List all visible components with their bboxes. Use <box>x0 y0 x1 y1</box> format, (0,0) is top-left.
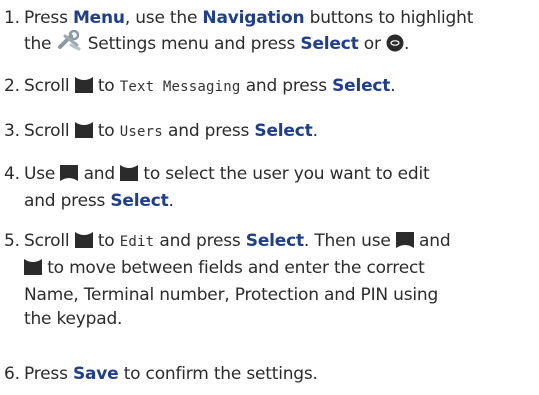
key-menu: Menu <box>72 8 125 28</box>
key-select: Select <box>110 191 169 211</box>
scroll-down-icon <box>24 258 42 283</box>
scroll-down-icon <box>74 231 93 256</box>
key-navigation: Navigation <box>202 8 305 28</box>
step-3: 3. Scroll to Users and press Select. <box>0 119 539 146</box>
scroll-down-icon <box>120 164 139 189</box>
step-6: 6. Press Save to confirm the settings. <box>4 364 318 384</box>
step-number: 6. <box>4 364 20 384</box>
step-number: 4. <box>4 164 20 184</box>
step-5: 5. Scroll to Edit and press Select. Then … <box>4 231 451 329</box>
key-select: Select <box>332 76 391 96</box>
instructions: 1. Press Menu, use the Navigation buttons… <box>0 0 539 395</box>
menu-users: Users <box>119 124 163 140</box>
step-1: 1. Press Menu, use the Navigation buttons… <box>0 6 539 59</box>
settings-icon <box>57 29 83 59</box>
scroll-down-icon <box>74 76 93 101</box>
step-4: 4. Use and to select the user you want to… <box>4 164 430 211</box>
ok-button-icon <box>386 34 404 59</box>
key-save: Save <box>72 364 119 384</box>
step-number: 3. <box>4 121 20 141</box>
step-number: 5. <box>4 231 20 251</box>
key-select: Select <box>254 121 313 141</box>
scroll-down-icon <box>74 121 93 146</box>
step-2: 2. Scroll to Text Messaging and press Sel… <box>0 74 539 101</box>
step-number: 2. <box>4 76 20 96</box>
step-number: 1. <box>4 8 20 28</box>
scroll-up-icon <box>60 164 79 189</box>
menu-edit: Edit <box>119 234 155 250</box>
menu-text-messaging: Text Messaging <box>119 79 241 95</box>
key-select: Select <box>300 34 359 54</box>
scroll-up-icon <box>395 231 414 256</box>
key-select: Select <box>245 231 304 251</box>
